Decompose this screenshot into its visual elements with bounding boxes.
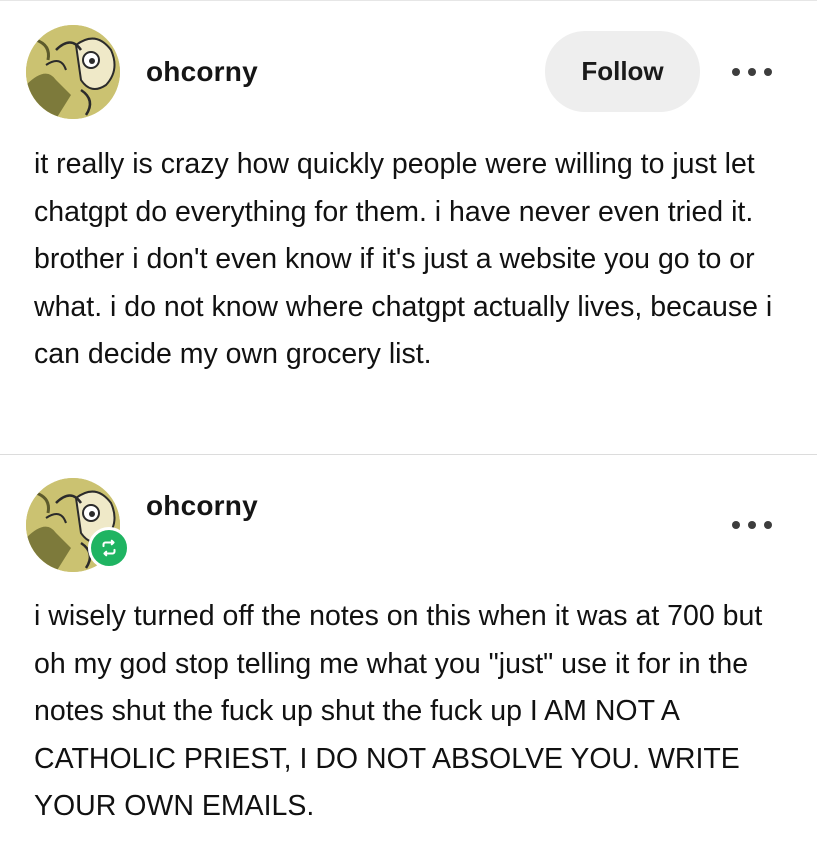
dot <box>732 68 740 76</box>
avatar[interactable] <box>26 25 120 119</box>
dot <box>748 521 756 529</box>
post-divider <box>0 454 817 455</box>
dot <box>764 521 772 529</box>
post-1-body: it really is crazy how quickly people we… <box>34 148 773 370</box>
dot <box>732 521 740 529</box>
dot <box>764 68 772 76</box>
more-options-icon[interactable] <box>732 65 772 79</box>
avatar-image <box>26 25 120 119</box>
username[interactable]: ohcorny <box>146 56 258 88</box>
post-2-header: ohcorny <box>26 478 258 572</box>
post-2-body: i wisely turned off the notes on this wh… <box>34 600 763 822</box>
reblog-arrows-icon <box>102 539 116 557</box>
post-1-header: ohcorny <box>26 25 258 119</box>
dot <box>748 68 756 76</box>
username[interactable]: ohcorny <box>146 490 258 522</box>
top-border <box>0 0 817 1</box>
reblog-icon <box>88 527 130 569</box>
more-options-icon[interactable] <box>732 518 772 532</box>
follow-button[interactable]: Follow <box>545 31 700 112</box>
